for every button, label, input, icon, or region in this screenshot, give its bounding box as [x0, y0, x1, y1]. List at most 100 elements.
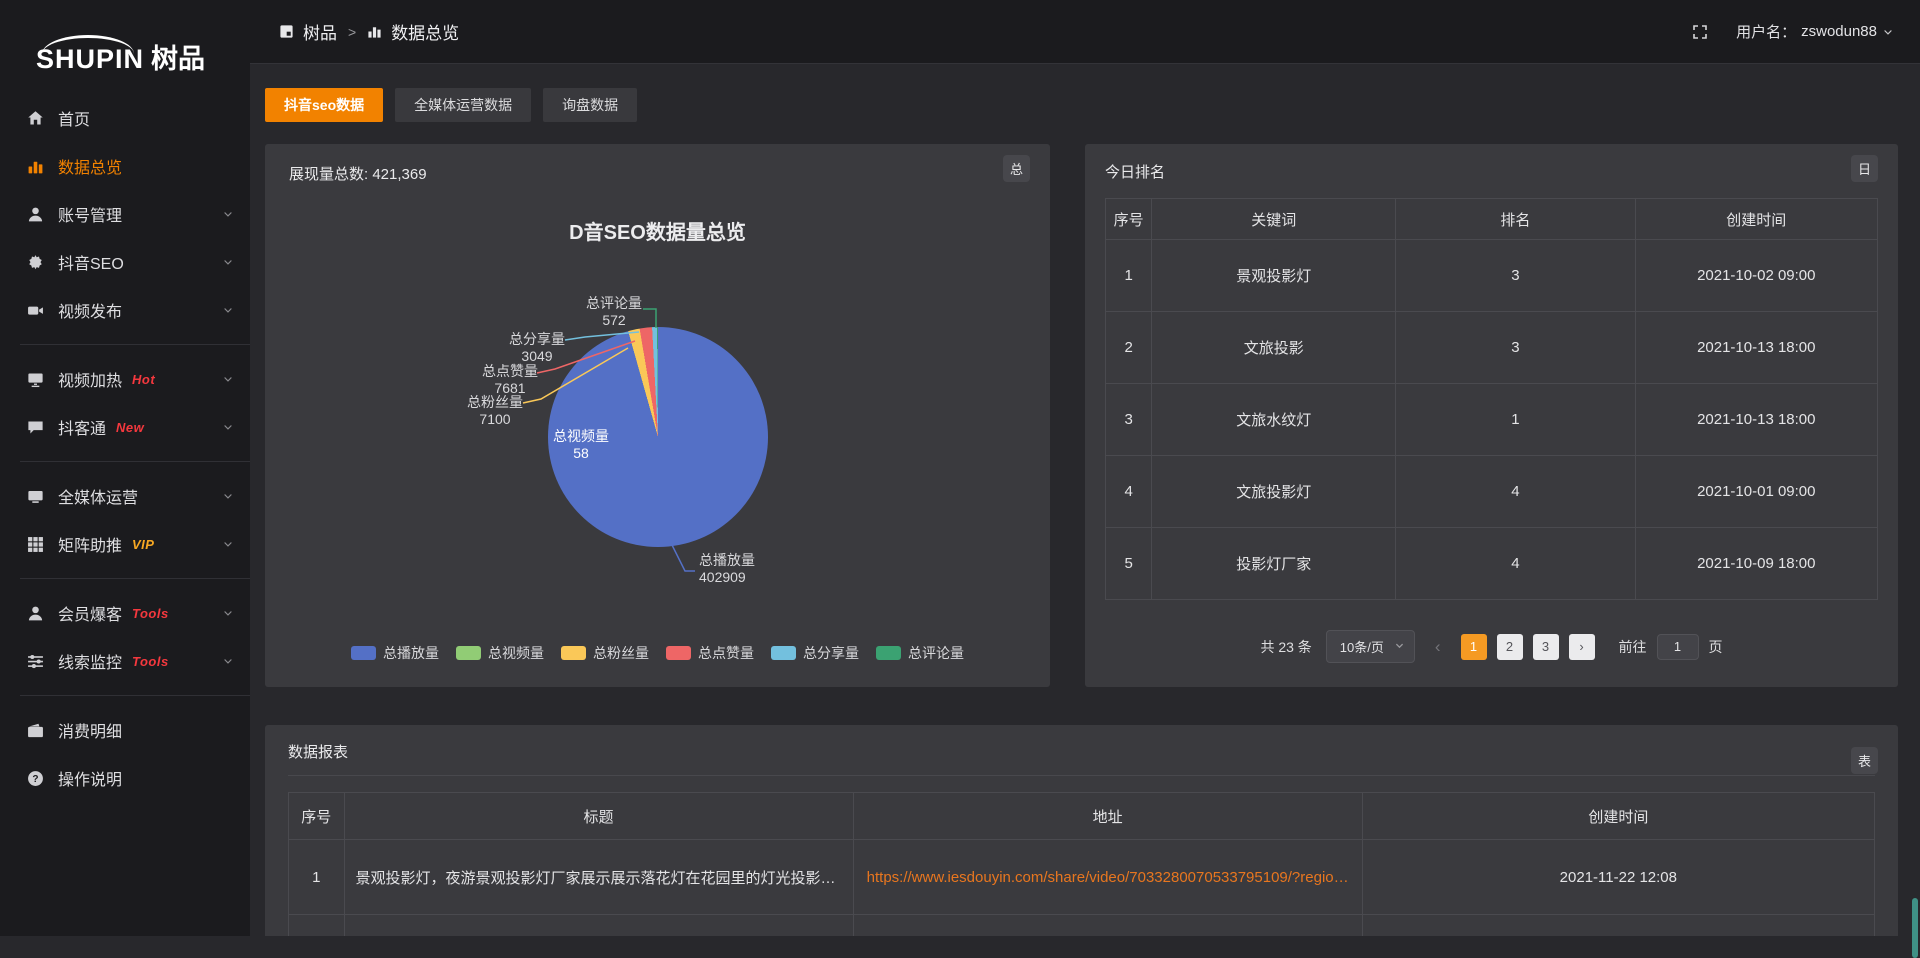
seo-overview-card: 展现量总数: 421,369 总 D音SEO数据量总览 总评论量572 总分享量… [265, 144, 1050, 687]
page-button-2[interactable]: 2 [1497, 634, 1523, 660]
sliders-icon [27, 653, 45, 670]
chevron-down-icon [222, 373, 234, 385]
col-title: 标题 [344, 793, 853, 840]
sidebar-item-clue-monitor[interactable]: 线索监控 Tools [0, 637, 250, 685]
sidebar-item-label: 操作说明 [58, 766, 122, 790]
pie-label-shares: 总分享量3049 [491, 331, 583, 365]
legend-item[interactable]: 总粉丝量 [561, 643, 649, 663]
sidebar-item-label: 视频加热 [58, 367, 122, 391]
day-badge-button[interactable]: 日 [1851, 155, 1878, 182]
legend-item[interactable]: 总评论量 [876, 643, 964, 663]
sidebar-item-account[interactable]: 账号管理 [0, 190, 250, 238]
legend-item[interactable]: 总视频量 [456, 643, 544, 663]
chevron-down-icon [1394, 640, 1405, 651]
col-created: 创建时间 [1362, 793, 1874, 840]
sidebar-divider [20, 578, 250, 579]
wallet-icon [27, 722, 45, 739]
logo-text-en: SHUPIN [36, 44, 144, 74]
tab-douyin-seo-data[interactable]: 抖音seo数据 [265, 88, 383, 122]
table-header-row: 序号 关键词 排名 创建时间 [1106, 199, 1878, 240]
table-badge-button[interactable]: 表 [1851, 747, 1878, 774]
screen-icon [27, 371, 45, 388]
sidebar-item-doukertong[interactable]: 抖客通 New [0, 403, 250, 451]
col-created: 创建时间 [1635, 199, 1877, 240]
sidebar-nav: 首页 数据总览 账号管理 抖音SEO 视频发布 视频加热 Hot [0, 82, 250, 802]
topbar: 树品 > 数据总览 用户名：zswodun88 [250, 0, 1920, 64]
page-size-select[interactable]: 10条/页 [1326, 630, 1415, 663]
user-icon [27, 206, 45, 223]
table-header-row: 序号 标题 地址 创建时间 [289, 793, 1875, 840]
tab-inquiry-data[interactable]: 询盘数据 [543, 88, 637, 122]
tab-media-operation-data[interactable]: 全媒体运营数据 [395, 88, 531, 122]
page-button-3[interactable]: 3 [1533, 634, 1559, 660]
sidebar-divider [20, 461, 250, 462]
table-row [289, 915, 1875, 937]
legend-swatch [771, 646, 796, 660]
sidebar-item-label: 账号管理 [58, 202, 122, 226]
scrollbar-thumb[interactable] [1912, 898, 1918, 958]
app-logo[interactable]: SHUPIN 树品 [0, 0, 250, 82]
sidebar-item-video-publish[interactable]: 视频发布 [0, 286, 250, 334]
sidebar-item-help[interactable]: ? 操作说明 [0, 754, 250, 802]
logo-arc [42, 35, 134, 54]
sidebar-item-label: 抖客通 [58, 415, 106, 439]
legend-item[interactable]: 总分享量 [771, 643, 859, 663]
vip-badge: VIP [132, 537, 154, 552]
pagination: 共 23 条 10条/页 ‹ 1 2 3 › 前往 页 [1085, 630, 1898, 663]
total-badge-button[interactable]: 总 [1003, 155, 1030, 182]
sidebar-item-member-tools[interactable]: 会员爆客 Tools [0, 589, 250, 637]
chevron-down-icon [222, 490, 234, 502]
main-content: 抖音seo数据 全媒体运营数据 询盘数据 展现量总数: 421,369 总 D音… [250, 64, 1920, 936]
sidebar-item-video-heat[interactable]: 视频加热 Hot [0, 355, 250, 403]
topbar-right: 用户名：zswodun88 [1692, 21, 1894, 42]
breadcrumb-current[interactable]: 数据总览 [391, 19, 459, 44]
fullscreen-icon[interactable] [1692, 24, 1708, 40]
chevron-down-icon [222, 607, 234, 619]
comment-icon [27, 419, 45, 436]
legend-swatch [351, 646, 376, 660]
sidebar-item-label: 全媒体运营 [58, 484, 138, 508]
data-report-card: 数据报表 表 序号 标题 地址 创建时间 1 景观投影灯，夜游景观投影灯厂家展示… [265, 725, 1898, 936]
page-button-1[interactable]: 1 [1461, 634, 1487, 660]
col-index: 序号 [1106, 199, 1152, 240]
user-menu[interactable]: 用户名：zswodun88 [1736, 21, 1894, 42]
chart-title: D音SEO数据量总览 [265, 216, 1050, 245]
breadcrumb-root[interactable]: 树品 [303, 19, 337, 44]
bar-chart-icon [27, 158, 45, 175]
prev-page-button[interactable]: ‹ [1435, 637, 1441, 657]
hot-badge: Hot [132, 372, 155, 387]
sidebar-item-label: 线索监控 [58, 649, 122, 673]
next-page-button[interactable]: › [1569, 634, 1595, 660]
pie-label-fans: 总粉丝量7100 [449, 394, 541, 428]
video-title: 景观投影灯，夜游景观投影灯厂家展示展示落花灯在花园里的灯光投影应用效果 # [346, 867, 852, 888]
legend-swatch [456, 646, 481, 660]
video-url-link[interactable]: https://www.iesdouyin.com/share/video/70… [867, 869, 1349, 886]
sidebar-item-media-operation[interactable]: 全媒体运营 [0, 472, 250, 520]
monitor-icon [27, 488, 45, 505]
sidebar-item-home[interactable]: 首页 [0, 94, 250, 142]
table-row: 2文旅投影32021-10-13 18:00 [1106, 312, 1878, 384]
grid-icon [27, 536, 45, 553]
sidebar-item-label: 消费明细 [58, 718, 122, 742]
sidebar-item-label: 抖音SEO [58, 250, 124, 274]
data-tabs: 抖音seo数据 全媒体运营数据 询盘数据 [265, 88, 1898, 122]
breadcrumb: 树品 > 数据总览 [279, 19, 459, 44]
tools-badge: Tools [132, 654, 169, 669]
app-square-icon [279, 24, 294, 39]
legend-item[interactable]: 总点赞量 [666, 643, 754, 663]
person-icon [27, 605, 45, 622]
pie-label-comments: 总评论量572 [568, 295, 660, 329]
chevron-down-icon [222, 304, 234, 316]
sidebar-item-matrix-boost[interactable]: 矩阵助推 VIP [0, 520, 250, 568]
breadcrumb-chart-icon [367, 24, 382, 39]
breadcrumb-separator: > [348, 24, 356, 40]
legend-item[interactable]: 总播放量 [351, 643, 439, 663]
pie-label-plays: 总播放量402909 [699, 552, 809, 586]
goto-page-input[interactable] [1657, 634, 1699, 660]
chart-legend: 总播放量 总视频量 总粉丝量 总点赞量 总分享量 总评论量 [265, 643, 1050, 663]
sidebar-item-data-overview[interactable]: 数据总览 [0, 142, 250, 190]
sidebar-item-consumption[interactable]: 消费明细 [0, 706, 250, 754]
today-ranking-card: 今日排名 日 序号 关键词 排名 创建时间 1景观投影灯32021-10-02 … [1085, 144, 1898, 687]
sidebar-item-douyin-seo[interactable]: 抖音SEO [0, 238, 250, 286]
sidebar: SHUPIN 树品 首页 数据总览 账号管理 抖音SEO 视频发布 [0, 0, 250, 936]
